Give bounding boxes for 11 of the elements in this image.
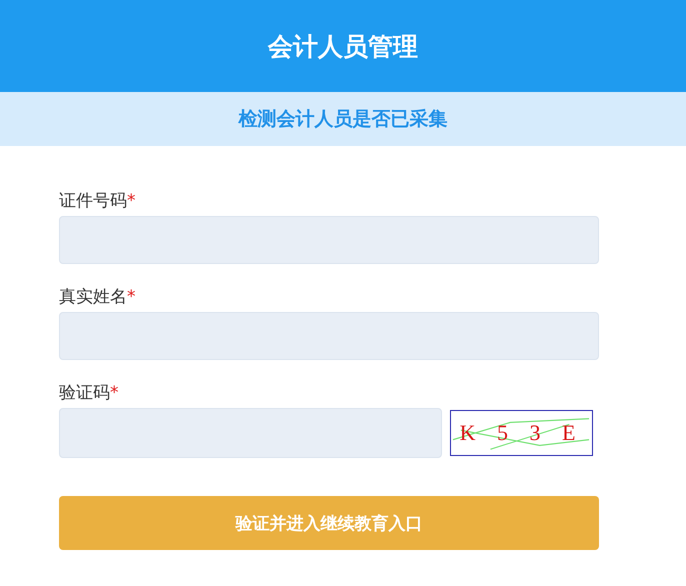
required-mark: * [110,383,118,403]
required-mark: * [127,287,136,307]
required-mark: * [127,191,136,211]
field-label: 验证码 [59,383,110,403]
section-title: 检测会计人员是否已采集 [238,107,448,132]
page-title: 会计人员管理 [268,30,418,62]
field-label: 真实姓名 [59,287,127,307]
text-field[interactable] [59,216,599,264]
field-label: 证件号码 [59,191,127,211]
captcha-field[interactable] [59,408,442,458]
text-field[interactable] [59,312,599,360]
